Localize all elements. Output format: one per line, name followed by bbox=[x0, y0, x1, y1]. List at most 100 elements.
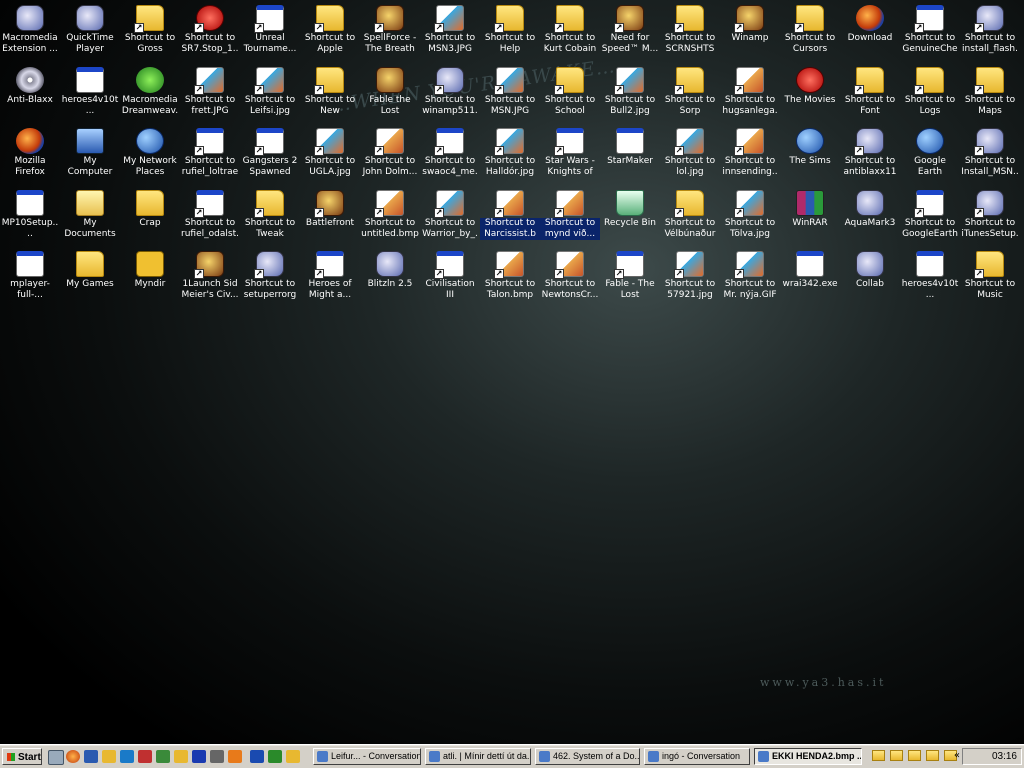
desktop-icon[interactable]: ↗ 1Launch Sid Meier's Civ... bbox=[180, 248, 240, 310]
desktop-icon[interactable]: ↗ Winamp bbox=[720, 2, 780, 64]
desktop-icon[interactable]: ↗ Shortcut to frett.JPG bbox=[180, 64, 240, 126]
desktop-icon[interactable]: ↗Shortcut to setuperrorgu... bbox=[240, 248, 300, 310]
desktop-icon[interactable]: ↗ Shortcut to SCRNSHTS bbox=[660, 2, 720, 64]
desktop-icon[interactable]: ↗ Shortcut to Maps bbox=[960, 64, 1020, 126]
desktop-icon[interactable]: ↗ Shortcut to Apple bbox=[300, 2, 360, 64]
desktop-icon[interactable]: ↗ Shortcut to Gross bbox=[120, 2, 180, 64]
tray-folder-icon-2[interactable] bbox=[890, 750, 903, 761]
desktop-icon[interactable]: ↗Shortcut to iTunesSetup... bbox=[960, 187, 1020, 249]
desktop-icon[interactable]: MP10Setup.... bbox=[0, 187, 60, 249]
desktop-icon[interactable]: ↗Shortcut to rufiel_loltrae... bbox=[180, 125, 240, 187]
star-icon[interactable] bbox=[174, 750, 188, 763]
desktop-icon[interactable]: ↗ Shortcut to untitled.bmp bbox=[360, 187, 420, 249]
tray-expand-icon[interactable]: « bbox=[954, 750, 960, 762]
excel-icon[interactable] bbox=[268, 750, 282, 763]
app2-quicklaunch-icon[interactable] bbox=[228, 750, 242, 763]
desktop-icon[interactable]: ↗ Shortcut to John Dolm... bbox=[360, 125, 420, 187]
desktop-icon[interactable]: My Network Places bbox=[120, 125, 180, 187]
folder-quicklaunch-icon[interactable] bbox=[102, 750, 116, 763]
desktop-icon[interactable]: ↗ Shortcut to Talon.bmp bbox=[480, 248, 540, 310]
desktop-icon[interactable]: ↗SpellForce - The Breath ... bbox=[360, 2, 420, 64]
media-icon[interactable] bbox=[138, 750, 152, 763]
desktop-icon[interactable]: ↗Shortcut to Install_MSN... bbox=[960, 125, 1020, 187]
desktop-icon[interactable]: ↗Shortcut to innsending... bbox=[720, 125, 780, 187]
desktop-icon[interactable]: wrai342.exe bbox=[780, 248, 840, 310]
desktop-icon[interactable]: ↗Fable - The Lost Chapters bbox=[600, 248, 660, 310]
desktop-icon[interactable]: ↗ Shortcut to Bull2.jpg bbox=[600, 64, 660, 126]
desktop-icon[interactable]: ↗ Heroes of Might a... bbox=[300, 248, 360, 310]
desktop-icon[interactable]: The Sims bbox=[780, 125, 840, 187]
tray-folder-icon-1[interactable] bbox=[872, 750, 885, 761]
desktop-icon[interactable]: ↗Shortcut to GoogleEarth... bbox=[900, 187, 960, 249]
taskbar-button[interactable]: ingó - Conversation bbox=[644, 748, 750, 765]
desktop-icon[interactable]: mplayer-full-... bbox=[0, 248, 60, 310]
desktop-icon[interactable]: ↗ Shortcut to 57921.jpg bbox=[660, 248, 720, 310]
desktop-icon[interactable]: ↗ Shortcut to New bbox=[300, 64, 360, 126]
desktop-icon[interactable]: My Computer bbox=[60, 125, 120, 187]
app-quicklaunch-icon[interactable] bbox=[210, 750, 224, 763]
desktop-icon[interactable]: ↗Shortcut to hugsanlega... bbox=[720, 64, 780, 126]
desktop-icon[interactable]: Crap bbox=[120, 187, 180, 249]
desktop-icon[interactable]: ↗ Shortcut to School bbox=[540, 64, 600, 126]
desktop-icon[interactable]: The Movies bbox=[780, 64, 840, 126]
desktop-icon[interactable]: QuickTime Player bbox=[60, 2, 120, 64]
desktop-icon[interactable]: heroes4v10t... bbox=[900, 248, 960, 310]
desktop-icon[interactable]: ↗Shortcut to rufiel_odalst... bbox=[180, 187, 240, 249]
desktop-icon[interactable]: ↗ Shortcut to Help bbox=[480, 2, 540, 64]
desktop-icon[interactable]: My Games bbox=[60, 248, 120, 310]
desktop-icon[interactable]: ↗ Shortcut to MSN3.JPG bbox=[420, 2, 480, 64]
desktop-icon[interactable]: ↗ Shortcut to MSN.JPG bbox=[480, 64, 540, 126]
desktop-icon[interactable]: ↗ Battlefront bbox=[300, 187, 360, 249]
desktop-icon[interactable]: ↗ Shortcut to mynd við... bbox=[540, 187, 600, 249]
messenger-icon[interactable] bbox=[156, 750, 170, 763]
desktop-icon[interactable]: My Documents bbox=[60, 187, 120, 249]
desktop-icon[interactable]: ↗ Shortcut to Logs bbox=[900, 64, 960, 126]
desktop-icon[interactable]: Myndir bbox=[120, 248, 180, 310]
internet-explorer-icon[interactable] bbox=[84, 750, 98, 763]
taskbar-button[interactable]: Leifur... - Conversation bbox=[313, 748, 421, 765]
desktop-icon[interactable]: ↗ Shortcut to Mr. nýja.GIF bbox=[720, 248, 780, 310]
desktop-icon[interactable]: ↗ Shortcut to Tweak bbox=[240, 187, 300, 249]
desktop-icon[interactable]: ↗Shortcut to antiblaxx116... bbox=[840, 125, 900, 187]
desktop-icon[interactable]: ↗ Shortcut to Halldór.jpg bbox=[480, 125, 540, 187]
desktop-icon[interactable]: Blitzln 2.5 bbox=[360, 248, 420, 310]
tray-folder-icon-4[interactable] bbox=[926, 750, 939, 761]
desktop-icon[interactable]: AquaMark3 bbox=[840, 187, 900, 249]
desktop-icon[interactable]: Fable the Lost Chapters bbox=[360, 64, 420, 126]
firefox-quicklaunch-icon[interactable] bbox=[66, 750, 80, 763]
desktop-icon[interactable]: Recycle Bin bbox=[600, 187, 660, 249]
desktop-icon[interactable]: Macromedia Extension ... bbox=[0, 2, 60, 64]
taskbar-button[interactable]: 462. System of a Do... bbox=[535, 748, 640, 765]
desktop-icon[interactable]: ↗Shortcut to SR7.Stop_1... bbox=[180, 2, 240, 64]
clock[interactable]: 03:16 bbox=[992, 751, 1017, 762]
desktop-icon[interactable]: ↗ Shortcut to NewtonsCr... bbox=[540, 248, 600, 310]
desktop-icon[interactable]: ↗ Shortcut to Vélbúnaður bbox=[660, 187, 720, 249]
desktop-icon[interactable]: StarMaker bbox=[600, 125, 660, 187]
desktop-icon[interactable]: heroes4v10t... bbox=[60, 64, 120, 126]
desktop-icon[interactable]: ↗ Shortcut to Kurt Cobain bbox=[540, 2, 600, 64]
desktop-icon[interactable]: Macromedia Dreamweav... bbox=[120, 64, 180, 126]
outlook-icon[interactable] bbox=[120, 750, 134, 763]
desktop-icon[interactable]: ↗Shortcut to Warrior_by_... bbox=[420, 187, 480, 249]
start-button[interactable]: Start bbox=[2, 748, 42, 765]
desktop-icon[interactable]: ↗ Need for Speed™ M... bbox=[600, 2, 660, 64]
taskbar-button[interactable]: EKKI HENDA2.bmp ... bbox=[754, 748, 862, 765]
word-icon[interactable] bbox=[250, 750, 264, 763]
desktop-icon[interactable]: ↗Star Wars - Knights of t... bbox=[540, 125, 600, 187]
desktop-icon[interactable]: ↗Shortcut to GenuineChe... bbox=[900, 2, 960, 64]
desktop-icon[interactable]: ↗ Shortcut to lol.jpg bbox=[660, 125, 720, 187]
desktop-icon[interactable]: ↗ Shortcut to Cursors bbox=[780, 2, 840, 64]
desktop-icon[interactable]: Google Earth bbox=[900, 125, 960, 187]
desktop-icon[interactable]: WinRAR bbox=[780, 187, 840, 249]
desktop-icon[interactable]: Collab bbox=[840, 248, 900, 310]
diamond-icon[interactable] bbox=[192, 750, 206, 763]
desktop-icon[interactable]: ↗Shortcut to swaoc4_me... bbox=[420, 125, 480, 187]
desktop-icon[interactable]: Mozilla Firefox bbox=[0, 125, 60, 187]
desktop-icon[interactable]: ↗ Unreal Tourname... bbox=[240, 2, 300, 64]
desktop-icon[interactable]: ↗ Shortcut to Font bbox=[840, 64, 900, 126]
show-desktop-icon[interactable] bbox=[48, 750, 64, 765]
desktop-icon[interactable]: Anti-Blaxx bbox=[0, 64, 60, 126]
desktop-icon[interactable]: ↗ Shortcut to Sorp bbox=[660, 64, 720, 126]
folder2-quicklaunch-icon[interactable] bbox=[286, 750, 300, 763]
desktop-icon[interactable]: ↗ Shortcut to UGLA.jpg bbox=[300, 125, 360, 187]
